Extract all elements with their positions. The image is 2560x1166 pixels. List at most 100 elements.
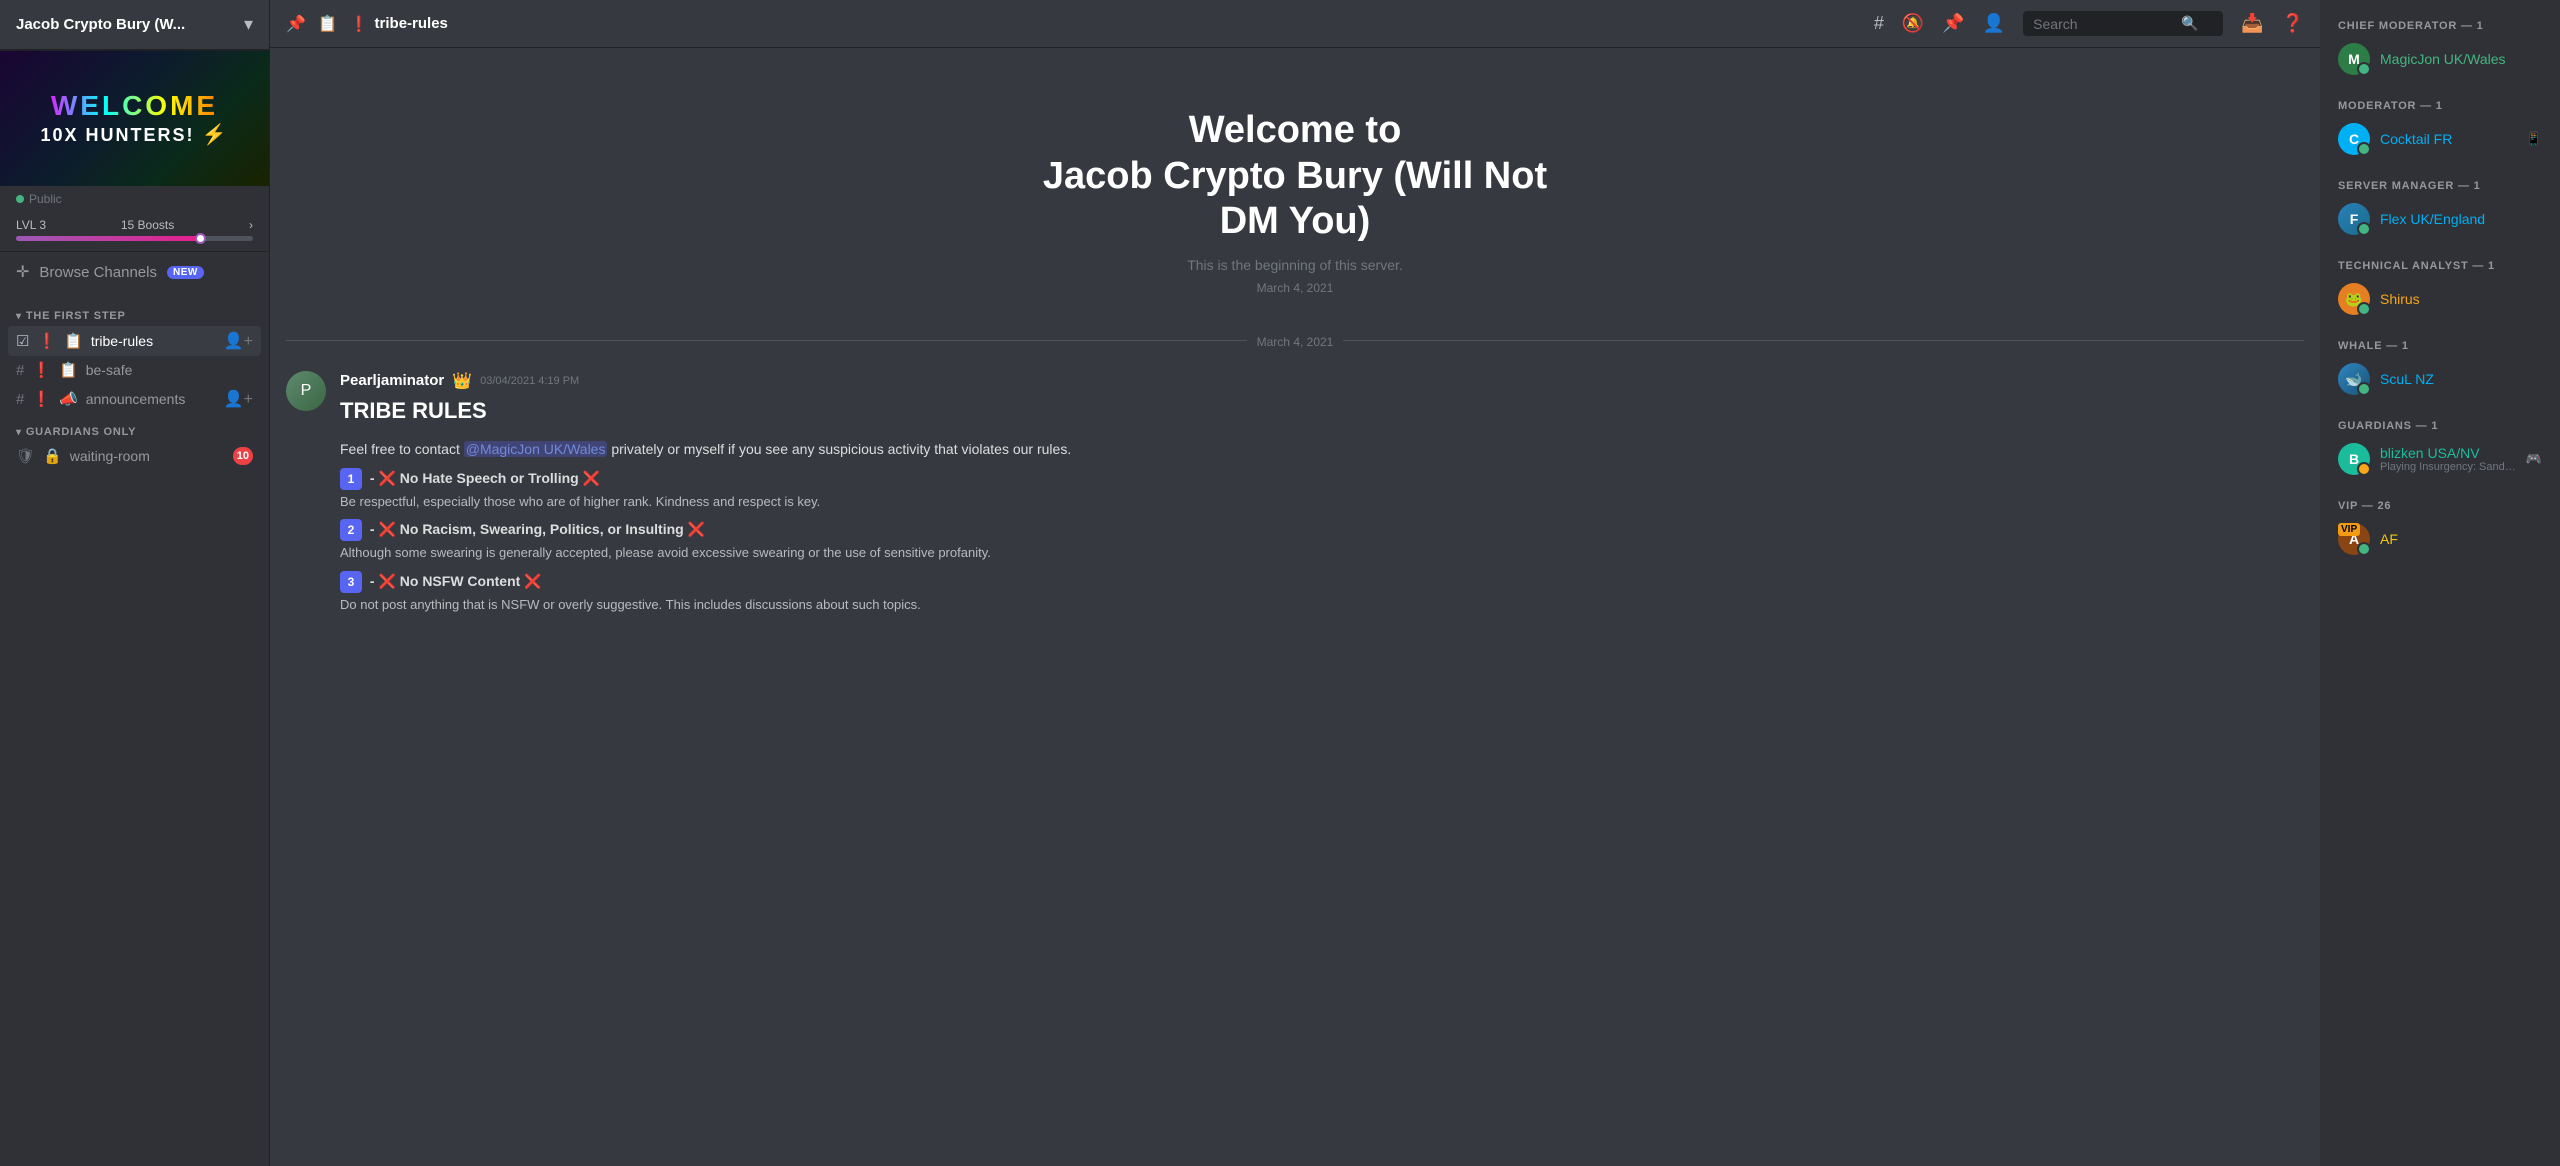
messages-area: Welcome to Jacob Crypto Bury (Will Not D… [270, 48, 2320, 1166]
banner-welcome-text: WELCOME [41, 90, 229, 122]
channel-item-be-safe[interactable]: # ❗ 📋 be-safe [8, 356, 261, 384]
lightning-icon: ⚡ [202, 124, 229, 146]
member-name-af: AF [2380, 531, 2542, 547]
rule-2: 2 - ❌ No Racism, Swearing, Politics, or … [340, 519, 2304, 563]
avatar-shirus: 🐸 [2338, 283, 2370, 315]
exclamation-icon-2: ❗ [32, 361, 51, 379]
category-guardians-only[interactable]: ▾ GUARDIANS ONLY [8, 414, 261, 442]
rule-1-title: 1 - ❌ No Hate Speech or Trolling ❌ [340, 468, 2304, 490]
member-info-shirus: Shirus [2380, 291, 2542, 307]
avatar-magicjon: M [2338, 43, 2370, 75]
controller-icon: 🎮 [2526, 451, 2542, 467]
rule-1: 1 - ❌ No Hate Speech or Trolling ❌ Be re… [340, 468, 2304, 512]
category-the-first-step[interactable]: ▾ THE FIRST STEP [8, 298, 261, 326]
channel-header-name: ❗ tribe-rules [350, 15, 448, 33]
member-info-scul: ScuL NZ [2380, 371, 2542, 387]
member-flex[interactable]: F Flex UK/England [2330, 198, 2550, 240]
level-label: LVL 3 [16, 218, 46, 232]
member-category-whale: WHALE — 1 🐋 ScuL NZ [2330, 336, 2550, 400]
banner-subtitle-text: 10X HUNTERS! ⚡ [41, 122, 229, 147]
members-icon[interactable]: 👤 [1983, 13, 2005, 34]
search-input[interactable] [2033, 16, 2173, 32]
member-name-scul: ScuL NZ [2380, 371, 2542, 387]
member-blizken[interactable]: B blizken USA/NV Playing Insurgency: San… [2330, 438, 2550, 480]
member-cocktail[interactable]: C Cocktail FR 📱 [2330, 118, 2550, 160]
welcome-section: Welcome to Jacob Crypto Bury (Will Not D… [270, 68, 2320, 325]
rule-title-2: - ❌ No Racism, Swearing, Politics, or In… [370, 521, 705, 537]
channel-name-waiting-room: waiting-room [70, 448, 225, 464]
phone-icon-cocktail: 📱 [2526, 131, 2542, 147]
rule-2-title: 2 - ❌ No Racism, Swearing, Politics, or … [340, 519, 2304, 541]
member-shirus[interactable]: 🐸 Shirus [2330, 278, 2550, 320]
rule-desc-2: Although some swearing is generally acce… [340, 543, 2304, 563]
add-member-icon[interactable]: 👤+ [224, 331, 253, 351]
inbox-icon[interactable]: 📥 [2241, 13, 2263, 34]
category-label-chief-moderator: CHIEF MODERATOR — 1 [2330, 16, 2550, 38]
boost-track [16, 236, 253, 241]
member-category-technical-analyst: TECHNICAL ANALYST — 1 🐸 Shirus [2330, 256, 2550, 320]
exclamation-icon: ❗ [37, 332, 56, 350]
avatar-cocktail: C [2338, 123, 2370, 155]
member-category-chief-moderator: CHIEF MODERATOR — 1 M MagicJon UK/Wales [2330, 16, 2550, 80]
header-actions: # 🔕 📌 👤 🔍 📥 ❓ [1874, 11, 2304, 36]
server-banner: WELCOME 10X HUNTERS! ⚡ [0, 51, 269, 186]
new-badge: NEW [167, 266, 204, 279]
avatar-scul: 🐋 [2338, 363, 2370, 395]
pin-icon: 📌 [286, 14, 306, 34]
member-name-shirus: Shirus [2380, 291, 2542, 307]
add-member-icon-2[interactable]: 👤+ [224, 389, 253, 409]
pin-header-icon[interactable]: 📌 [1942, 13, 1964, 34]
avatar-af: VIP A [2338, 523, 2370, 555]
channel-type-icon: 📋 [318, 14, 338, 34]
channel-item-waiting-room[interactable]: 🛡 🔒 waiting-room 10 [8, 442, 261, 470]
browse-channels-button[interactable]: ✛ Browse Channels NEW [0, 252, 269, 292]
channel-name-announcements: announcements [86, 391, 216, 407]
boosts-label: 15 Boosts [121, 218, 174, 232]
search-bar[interactable]: 🔍 [2023, 11, 2223, 36]
chevron-down-icon: ▾ [244, 14, 253, 35]
member-scul[interactable]: 🐋 ScuL NZ [2330, 358, 2550, 400]
rule-desc-1: Be respectful, especially those who are … [340, 492, 2304, 512]
category-label-server-manager: SERVER MANAGER — 1 [2330, 176, 2550, 198]
mention-magicjon[interactable]: @MagicJon UK/Wales [464, 441, 608, 457]
avatar-pearljaminator: P [286, 371, 326, 411]
channel-header: 📌 📋 ❗ tribe-rules # 🔕 📌 👤 🔍 📥 ❓ [270, 0, 2320, 48]
help-icon[interactable]: ❓ [2282, 13, 2304, 34]
server-header[interactable]: Jacob Crypto Bury (W... ▾ [0, 0, 269, 51]
channel-item-announcements[interactable]: # ❗ 📣 announcements 👤+ [8, 384, 261, 414]
message-pearljaminator: P Pearljaminator 👑 03/04/2021 4:19 PM TR… [270, 365, 2320, 629]
search-icon: 🔍 [2181, 15, 2198, 32]
message-body: TRIBE RULES Feel free to contact @MagicJ… [340, 394, 2304, 615]
member-magicjon[interactable]: M MagicJon UK/Wales [2330, 38, 2550, 80]
hashtag-icon[interactable]: # [1874, 13, 1884, 34]
rule-desc-3: Do not post anything that is NSFW or ove… [340, 595, 2304, 615]
welcome-title: Welcome to Jacob Crypto Bury (Will Not D… [290, 108, 2300, 245]
member-category-vip: VIP — 26 VIP A AF [2330, 496, 2550, 560]
notification-badge-waiting-room: 10 [233, 447, 253, 465]
boost-thumb [195, 233, 206, 244]
exclamation-header-icon: ❗ [350, 15, 369, 33]
category-label-guardians: GUARDIANS — 1 [2330, 416, 2550, 438]
member-info-magicjon: MagicJon UK/Wales [2380, 51, 2542, 67]
server-name: Jacob Crypto Bury (W... [16, 16, 185, 33]
message-author-name: Pearljaminator [340, 372, 444, 389]
avatar-blizken: B [2338, 443, 2370, 475]
channel-name-tribe-rules: tribe-rules [91, 333, 216, 349]
rule-number-3: 3 [340, 571, 362, 593]
message-header: Pearljaminator 👑 03/04/2021 4:19 PM [340, 371, 2304, 391]
main-content: 📌 📋 ❗ tribe-rules # 🔕 📌 👤 🔍 📥 ❓ Welcome … [270, 0, 2320, 1166]
member-category-guardians: GUARDIANS — 1 B blizken USA/NV Playing I… [2330, 416, 2550, 480]
member-info-blizken: blizken USA/NV Playing Insurgency: Sands… [2380, 445, 2516, 473]
rule-title-1: - ❌ No Hate Speech or Trolling ❌ [370, 470, 600, 486]
category-label-whale: WHALE — 1 [2330, 336, 2550, 358]
member-name-blizken: blizken USA/NV [2380, 445, 2516, 461]
avatar-flex: F [2338, 203, 2370, 235]
sidebar-left: Jacob Crypto Bury (W... ▾ WELCOME 10X HU… [0, 0, 270, 1166]
channel-item-tribe-rules[interactable]: ☑ ❗ 📋 tribe-rules 👤+ [8, 326, 261, 356]
member-af[interactable]: VIP A AF [2330, 518, 2550, 560]
category-label-technical-analyst: TECHNICAL ANALYST — 1 [2330, 256, 2550, 278]
channel-list: ▾ THE FIRST STEP ☑ ❗ 📋 tribe-rules 👤+ # … [0, 292, 269, 1166]
member-info-flex: Flex UK/England [2380, 211, 2542, 227]
bell-slash-icon[interactable]: 🔕 [1902, 13, 1924, 34]
rule-title-3: - ❌ No NSFW Content ❌ [370, 573, 542, 589]
